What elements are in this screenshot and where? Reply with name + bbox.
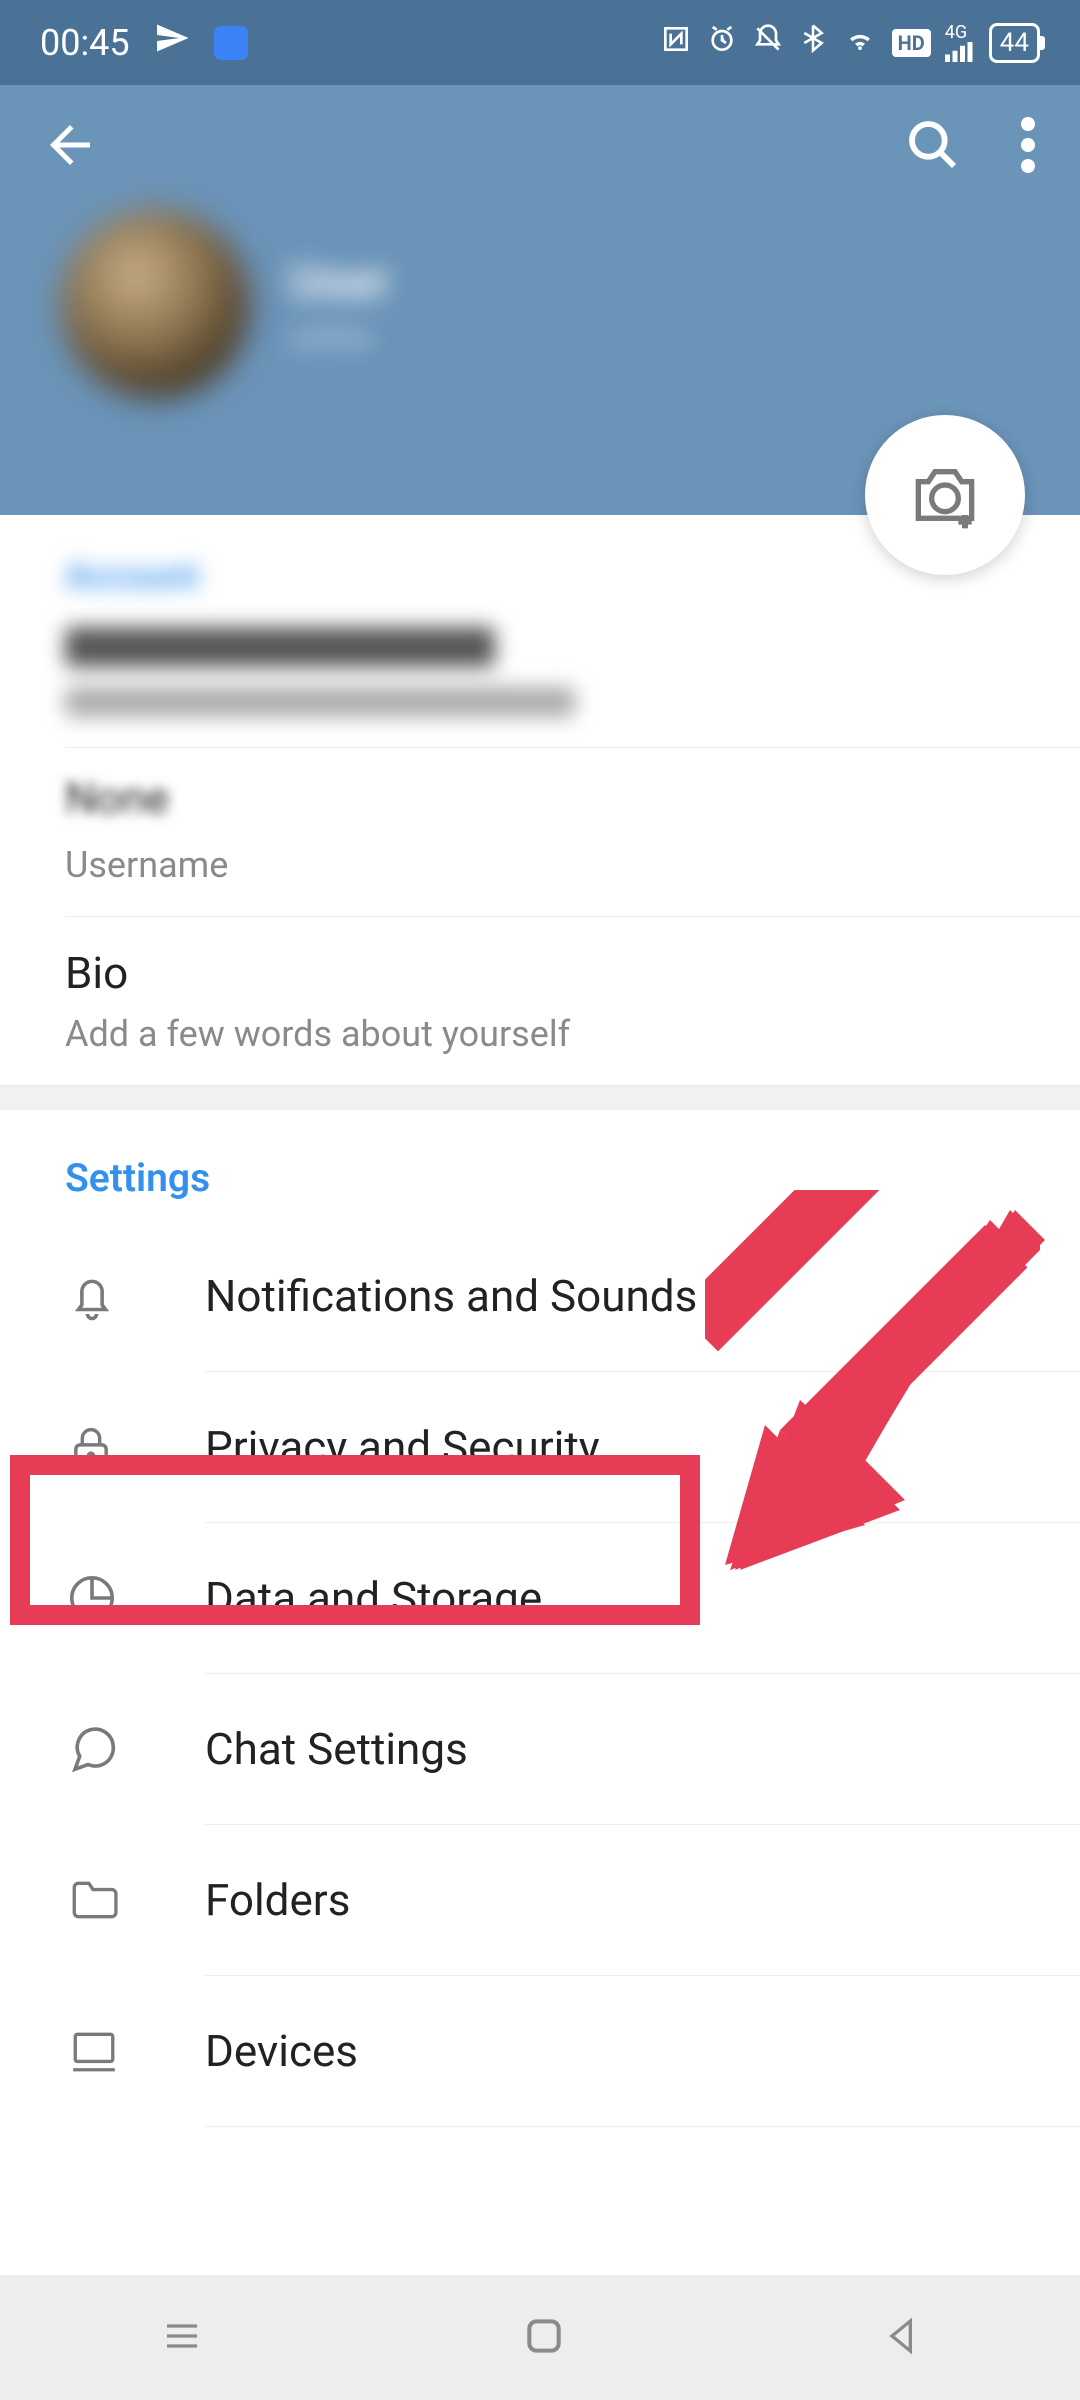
search-button[interactable] [905,117,961,177]
nav-home-button[interactable] [522,2314,566,2362]
mobile-signal-icon: 4G [945,24,975,62]
status-time: 00:45 [40,22,130,64]
avatar[interactable] [60,209,250,399]
settings-notifications-row[interactable]: Notifications and Sounds [0,1221,1080,1371]
nav-back-button[interactable] [882,2314,922,2362]
more-options-button[interactable] [1021,117,1035,177]
account-section-title: Account [65,555,1015,597]
bio-value: Bio [65,947,1015,999]
settings-data-row[interactable]: Data and Storage [0,1523,1080,1673]
telegram-icon [154,20,190,65]
lock-icon [55,1419,205,1475]
monitor-icon [55,2026,205,2076]
alarm-icon [706,22,738,64]
settings-devices-label: Devices [205,2025,358,2077]
system-nav-bar [0,2275,1080,2400]
folder-icon [55,1875,205,1925]
pie-chart-icon [55,1571,205,1625]
app-indicator-icon [214,26,248,60]
back-button[interactable] [40,115,100,179]
bio-row[interactable]: Bio Add a few words about yourself [0,917,1080,1085]
nav-recent-button[interactable] [158,2316,206,2360]
section-divider [0,1085,1080,1110]
wifi-icon [842,22,878,64]
profile-name: User [290,253,389,310]
bell-icon [55,1269,205,1323]
bio-hint: Add a few words about yourself [65,1013,1015,1055]
notifications-off-icon [752,22,784,64]
profile-header: User online [0,85,1080,515]
bluetooth-icon [798,21,828,64]
settings-folders-label: Folders [205,1874,350,1926]
settings-chat-row[interactable]: Chat Settings [0,1674,1080,1824]
settings-data-label: Data and Storage [205,1572,542,1624]
battery-icon: 44 [989,23,1040,63]
status-bar: 00:45 HD 4G [0,0,1080,85]
settings-devices-row[interactable]: Devices [0,1976,1080,2126]
settings-chat-label: Chat Settings [205,1723,468,1775]
settings-privacy-label: Privacy and Security [205,1421,600,1473]
settings-folders-row[interactable]: Folders [0,1825,1080,1975]
username-label: Username [65,844,1015,886]
battery-level: 44 [1000,28,1029,58]
change-photo-button[interactable] [865,415,1025,575]
profile-status: online [290,320,389,355]
settings-section-title: Settings [0,1110,1080,1221]
chat-bubble-icon [55,1722,205,1776]
nfc-icon [660,22,692,64]
settings-privacy-row[interactable]: Privacy and Security [0,1372,1080,1522]
username-row[interactable]: None Username [0,748,1080,916]
hd-icon: HD [892,29,931,57]
settings-notifications-label: Notifications and Sounds [205,1270,697,1322]
username-value: None [65,772,1015,824]
